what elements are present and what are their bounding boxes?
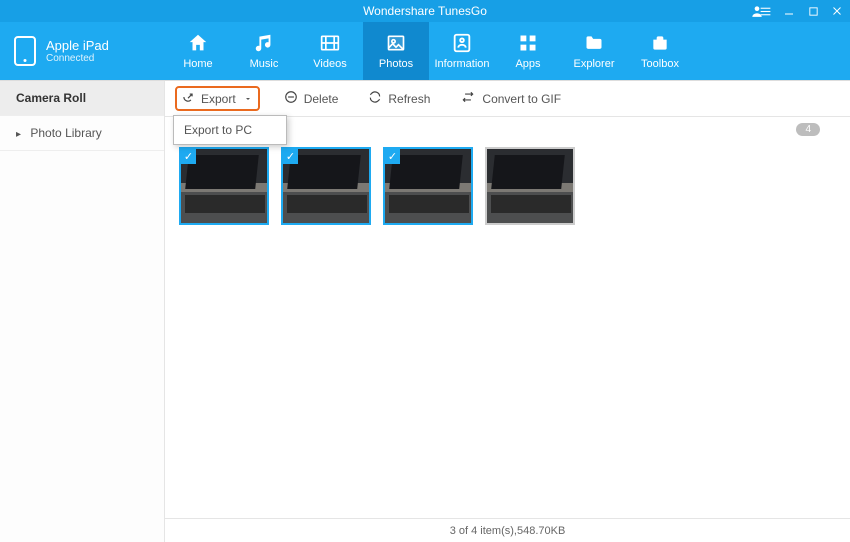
music-icon	[251, 32, 277, 54]
refresh-button[interactable]: Refresh	[362, 86, 436, 111]
apps-icon	[515, 32, 541, 54]
app-title: Wondershare TunesGo	[363, 4, 487, 18]
information-icon	[449, 32, 475, 54]
nav-photos[interactable]: Photos	[363, 22, 429, 80]
sidebar-item-camera-roll[interactable]: Camera Roll	[0, 81, 164, 116]
convert-icon	[460, 90, 476, 107]
nav-label: Photos	[379, 58, 413, 70]
selected-check-icon: ✓	[283, 149, 298, 164]
maximize-icon[interactable]	[806, 4, 820, 18]
convert-label: Convert to GIF	[482, 92, 561, 106]
nav-label: Information	[434, 58, 489, 70]
nav-label: Videos	[313, 58, 346, 70]
menu-icon[interactable]	[758, 4, 772, 18]
nav-videos[interactable]: Videos	[297, 22, 363, 80]
toolbar: Export Delete Refresh Convert to GIF Exp…	[165, 81, 850, 117]
sidebar-item-photo-library[interactable]: Photo Library	[0, 116, 164, 151]
close-icon[interactable]	[830, 4, 844, 18]
selected-check-icon: ✓	[181, 149, 196, 164]
photo-thumbnail[interactable]: ✓	[383, 147, 473, 225]
nav-toolbox[interactable]: Toolbox	[627, 22, 693, 80]
status-bar: 3 of 4 item(s),548.70KB	[165, 518, 850, 542]
nav-label: Music	[250, 58, 279, 70]
tablet-icon	[14, 36, 36, 66]
nav-information[interactable]: Information	[429, 22, 495, 80]
device-selector[interactable]: Apple iPad Connected	[0, 22, 165, 80]
chevron-down-icon	[244, 92, 252, 106]
delete-label: Delete	[304, 92, 339, 106]
nav-music[interactable]: Music	[231, 22, 297, 80]
nav-home[interactable]: Home	[165, 22, 231, 80]
header-nav: Apple iPad Connected Home Music Videos P…	[0, 22, 850, 80]
export-dropdown: Export to PC	[173, 115, 287, 145]
device-name: Apple iPad	[46, 38, 109, 53]
option-label: Export to PC	[184, 123, 252, 137]
minimize-icon[interactable]	[782, 4, 796, 18]
toolbox-icon	[647, 32, 673, 54]
photo-thumbnail[interactable]	[485, 147, 575, 225]
refresh-label: Refresh	[388, 92, 430, 106]
export-label: Export	[201, 92, 236, 106]
sidebar-item-label: Photo Library	[30, 126, 101, 140]
delete-button[interactable]: Delete	[278, 86, 345, 111]
videos-icon	[317, 32, 343, 54]
nav-label: Toolbox	[641, 58, 679, 70]
group-count-badge: 4	[796, 123, 820, 136]
convert-to-gif-button[interactable]: Convert to GIF	[454, 86, 567, 111]
status-text: 3 of 4 item(s),548.70KB	[450, 525, 566, 537]
delete-icon	[284, 90, 298, 107]
photos-icon	[383, 32, 409, 54]
nav-label: Explorer	[574, 58, 615, 70]
photo-thumbnail[interactable]: ✓	[179, 147, 269, 225]
photo-grid: 2016-02-01 4 ✓ ✓ ✓	[165, 117, 850, 518]
nav-label: Home	[183, 58, 212, 70]
nav-explorer[interactable]: Explorer	[561, 22, 627, 80]
photo-thumbnail[interactable]: ✓	[281, 147, 371, 225]
nav-label: Apps	[515, 58, 540, 70]
title-bar: Wondershare TunesGo	[0, 0, 850, 22]
refresh-icon	[368, 90, 382, 107]
export-to-pc-option[interactable]: Export to PC	[174, 116, 286, 144]
export-icon	[181, 90, 195, 107]
selected-check-icon: ✓	[385, 149, 400, 164]
sidebar-item-label: Camera Roll	[16, 91, 86, 105]
explorer-icon	[581, 32, 607, 54]
home-icon	[185, 32, 211, 54]
export-button[interactable]: Export	[175, 86, 260, 111]
nav-apps[interactable]: Apps	[495, 22, 561, 80]
device-status: Connected	[46, 53, 109, 64]
sidebar: Camera Roll Photo Library	[0, 81, 165, 542]
